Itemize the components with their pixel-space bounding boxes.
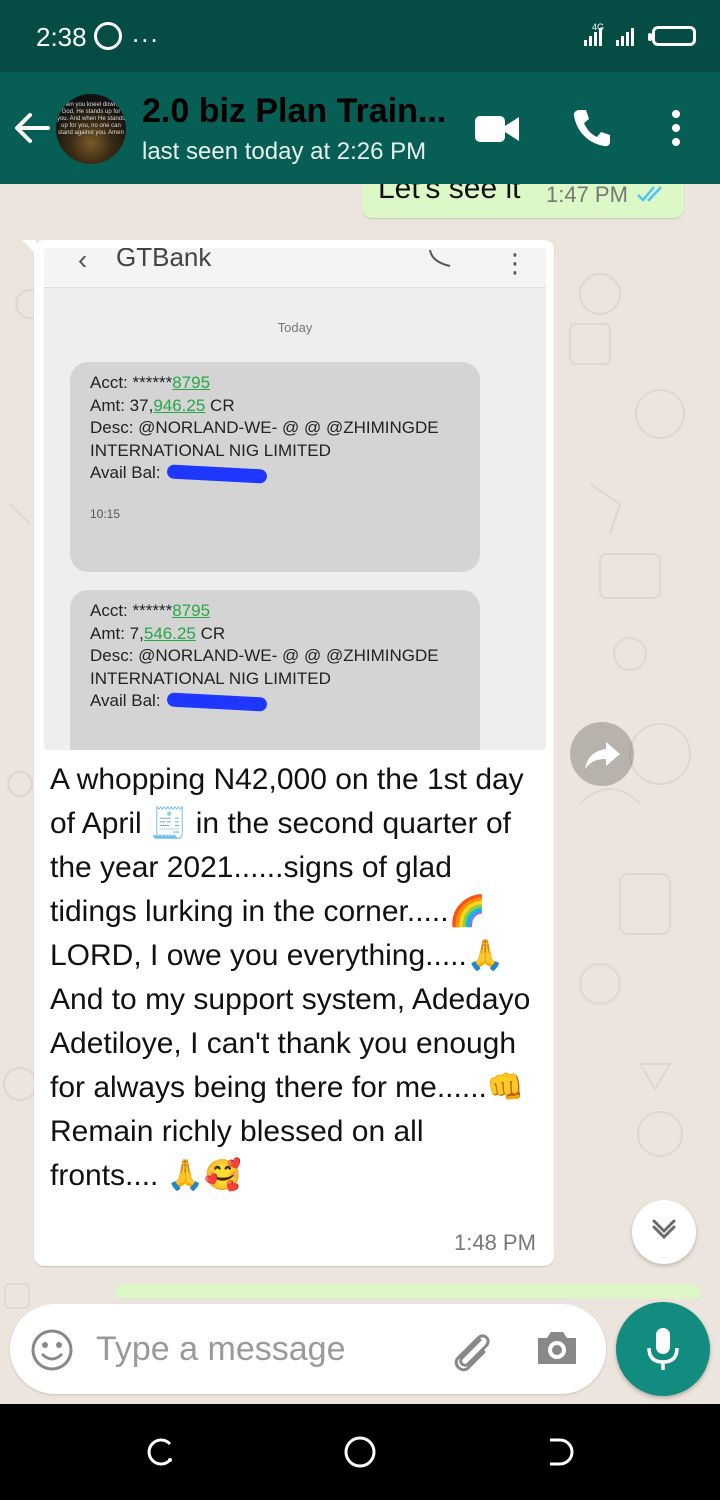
sms-acct-number: 8795 bbox=[172, 373, 211, 392]
outgoing-message-text: Let's see it bbox=[378, 184, 521, 205]
next-message-peek[interactable] bbox=[116, 1284, 700, 1298]
battery-icon bbox=[648, 26, 696, 46]
status-more-dots: ... bbox=[132, 18, 160, 48]
whatsapp-icon bbox=[94, 22, 122, 50]
sms-amount-prefix: Amt: 7, bbox=[90, 623, 144, 643]
signal-icon: 4G bbox=[584, 22, 634, 46]
sms-amount-prefix: Amt: 37, bbox=[90, 395, 154, 415]
sms-description: Desc: @NORLAND-WE- @ @ @ZHIMINGDE INTERN… bbox=[90, 418, 439, 460]
praying-hands-emoji: 🙏 bbox=[466, 938, 505, 973]
sms-amount-suffix: CR bbox=[205, 395, 235, 415]
status-time: 2:38 bbox=[36, 22, 87, 52]
sms-back-icon: ‹ bbox=[78, 248, 88, 275]
voice-call-icon[interactable] bbox=[570, 106, 614, 150]
voice-message-button[interactable] bbox=[616, 1302, 710, 1396]
message-composer bbox=[10, 1304, 606, 1394]
read-ticks-icon bbox=[637, 186, 662, 202]
outgoing-message-time: 1:47 PM bbox=[546, 184, 628, 207]
sms-time: 10:15 bbox=[90, 506, 121, 521]
sms-date-label: Today bbox=[277, 320, 313, 335]
sms-description: Desc: @NORLAND-WE- @ @ @ZHIMINGDE INTERN… bbox=[90, 646, 439, 688]
mic-icon bbox=[647, 1328, 679, 1370]
back-arrow-icon[interactable] bbox=[12, 108, 52, 148]
chat-area[interactable]: Let's see it 1:47 PM ‹ GTBank ⋮ Today Ac… bbox=[0, 184, 720, 1404]
attach-icon[interactable] bbox=[446, 1326, 496, 1374]
incoming-message[interactable]: ‹ GTBank ⋮ Today Acct: ******8795 Amt: 3… bbox=[22, 240, 554, 1266]
last-seen-status: last seen today at 2:26 PM bbox=[142, 138, 427, 165]
kebab-menu-icon[interactable] bbox=[662, 108, 690, 148]
caption-text: And to my support system, Adedayo Adetil… bbox=[50, 983, 531, 1104]
back-nav-icon[interactable] bbox=[540, 1432, 580, 1472]
redaction-scribble bbox=[166, 691, 267, 712]
forward-icon bbox=[585, 742, 620, 769]
emoji-icon[interactable] bbox=[30, 1328, 74, 1372]
status-bar: 2:38 ... 4G bbox=[0, 0, 720, 72]
sms-acct-prefix: Acct: ****** bbox=[90, 373, 173, 392]
sms-sender-title: GTBank bbox=[116, 248, 212, 272]
sms-balance-label: Avail Bal: bbox=[90, 691, 161, 710]
sms-amount-suffix: CR bbox=[195, 623, 226, 643]
pray-smile-emoji: 🙏🥰 bbox=[166, 1158, 242, 1193]
sms-amount-number: 546.25 bbox=[143, 623, 196, 643]
recent-apps-icon[interactable] bbox=[140, 1432, 180, 1472]
redaction-scribble bbox=[166, 463, 267, 484]
rainbow-emoji: 🌈 bbox=[448, 894, 486, 929]
caption-text: LORD, I owe you everything..... bbox=[50, 939, 467, 972]
scroll-down-button[interactable] bbox=[632, 1200, 696, 1264]
sms-acct-prefix: Acct: ****** bbox=[90, 601, 173, 620]
android-nav-bar bbox=[0, 1404, 720, 1500]
sms-acct-number: 8795 bbox=[172, 601, 211, 620]
sms-bubble: Acct: ******8795 Amt: 7,546.25 CR Desc: … bbox=[70, 590, 480, 750]
sms-balance-label: Avail Bal: bbox=[90, 463, 161, 482]
attached-screenshot[interactable]: ‹ GTBank ⋮ Today Acct: ******8795 Amt: 3… bbox=[44, 248, 546, 750]
sms-bubble: Acct: ******8795 Amt: 37,946.25 CR Desc:… bbox=[70, 362, 480, 572]
receipt-emoji: 🧾 bbox=[150, 806, 188, 841]
sms-menu-icon: ⋮ bbox=[502, 248, 528, 278]
incoming-message-time: 1:48 PM bbox=[454, 1230, 536, 1255]
outgoing-message[interactable]: Let's see it 1:47 PM bbox=[362, 184, 684, 218]
sms-amount-number: 946.25 bbox=[153, 395, 206, 415]
sms-phone-icon bbox=[429, 249, 451, 267]
camera-icon[interactable] bbox=[534, 1328, 580, 1368]
video-call-icon[interactable] bbox=[474, 114, 520, 144]
chat-title[interactable]: 2.0 biz Plan Train... bbox=[142, 92, 446, 131]
avatar[interactable]: When you kneel down to God, He stands up… bbox=[56, 94, 126, 164]
message-caption: A whopping N42,000 on the 1st day of Apr… bbox=[50, 758, 538, 1198]
forward-button[interactable] bbox=[570, 722, 634, 786]
chevron-down-icon bbox=[652, 1219, 676, 1240]
home-icon[interactable] bbox=[340, 1432, 380, 1472]
message-input[interactable] bbox=[96, 1324, 426, 1374]
sms-app-header: ‹ GTBank ⋮ bbox=[44, 248, 546, 288]
fist-bump-emoji: 👊 bbox=[486, 1070, 525, 1105]
network-type-label: 4G bbox=[592, 22, 604, 32]
